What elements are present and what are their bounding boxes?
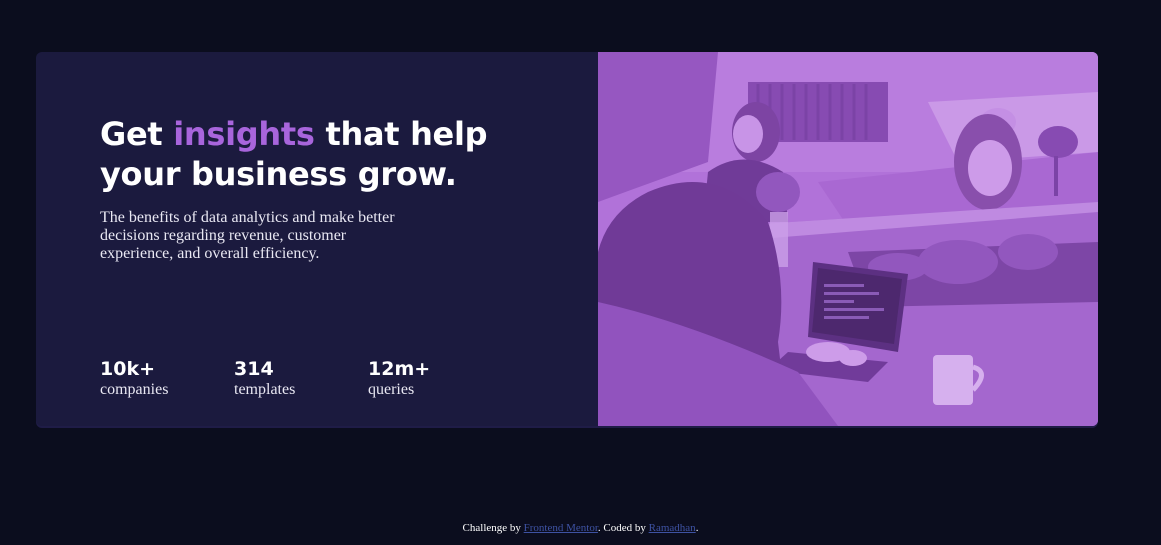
team-working-photo: [598, 52, 1098, 426]
headline-accent: insights: [173, 115, 315, 153]
headline: Get insights that help your business gro…: [100, 114, 540, 194]
headline-start: Get: [100, 115, 174, 153]
stat-value: 12m+: [368, 358, 431, 380]
header-image: [598, 52, 1098, 426]
author-link[interactable]: Ramadhan: [649, 522, 696, 534]
stat-label: companies: [100, 381, 169, 398]
stat-label: templates: [234, 381, 296, 398]
stats-row: 10k+ companies 314 templates 12m+ querie…: [100, 358, 502, 400]
stat-companies: 10k+ companies: [100, 358, 234, 400]
frontend-mentor-link[interactable]: Frontend Mentor: [524, 522, 598, 534]
stat-label: queries: [368, 381, 415, 398]
stat-value: 10k+: [100, 358, 155, 380]
attribution-prefix: Challenge by: [462, 522, 524, 534]
attribution-suffix: .: [695, 522, 699, 534]
stat-queries: 12m+ queries: [368, 358, 502, 400]
stat-templates: 314 templates: [234, 358, 368, 400]
stat-value: 314: [234, 358, 274, 380]
card-content: Get insights that help your business gro…: [100, 52, 560, 426]
stats-preview-card: Get insights that help your business gro…: [36, 52, 1098, 426]
attribution-middle: . Coded by: [597, 522, 649, 534]
description: The benefits of data analytics and make …: [100, 209, 395, 262]
attribution-footer: Challenge by Frontend Mentor. Coded by R…: [0, 522, 1161, 534]
